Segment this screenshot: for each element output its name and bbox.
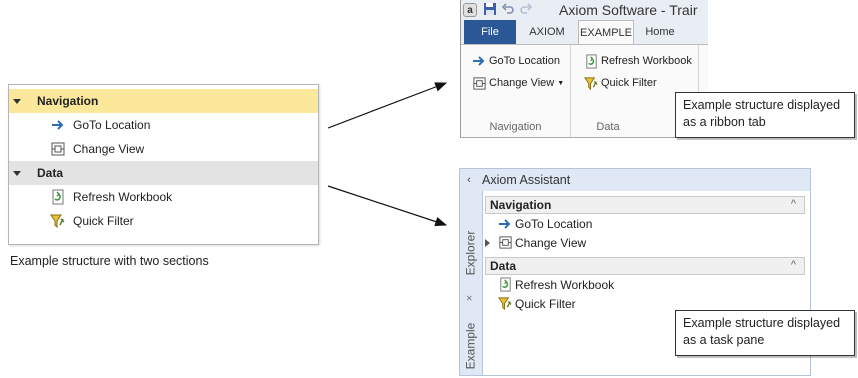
change-view-icon	[471, 75, 487, 91]
callout-ribbon: Example structure displayed as a ribbon …	[675, 92, 855, 138]
section-title: Navigation	[490, 198, 552, 212]
pane-section-data[interactable]: Data ^	[485, 257, 805, 275]
tab-label: Explorer	[463, 230, 477, 276]
arrow-right-icon	[497, 216, 513, 232]
window-title: Axiom Software - Trair	[559, 2, 698, 18]
button-label: Change View	[489, 77, 555, 89]
structure-item-quick-filter[interactable]: Quick Filter	[9, 209, 318, 233]
undo-icon[interactable]	[501, 2, 515, 19]
close-tab-icon[interactable]: ×	[460, 291, 480, 305]
item-label: Refresh Workbook	[515, 277, 615, 292]
section-title: Data	[37, 166, 64, 180]
pane-item-refresh-workbook[interactable]: Refresh Workbook	[483, 275, 810, 294]
group-label-navigation: Navigation	[489, 121, 542, 133]
redo-icon[interactable]	[519, 2, 533, 19]
refresh-workbook-icon	[583, 53, 599, 69]
refresh-workbook-button[interactable]: Refresh Workbook	[573, 51, 698, 71]
tab-axiom[interactable]: AXIOM	[516, 20, 578, 44]
section-header-navigation[interactable]: Navigation	[9, 89, 318, 113]
section-title: Data	[490, 259, 517, 273]
collapse-pane-icon[interactable]: ‹	[460, 174, 478, 186]
dropdown-arrow-icon: ▼	[557, 79, 565, 87]
structure-item-goto-location[interactable]: GoTo Location	[9, 113, 318, 137]
tab-home[interactable]: Home	[634, 20, 686, 44]
tab-label: Example	[463, 322, 477, 370]
tab-example-vertical[interactable]: Example	[460, 311, 480, 375]
task-pane-title: Axiom Assistant	[482, 173, 571, 187]
vertical-tabs: Explorer × Example	[460, 191, 480, 375]
refresh-workbook-icon	[497, 277, 513, 293]
item-label: Refresh Workbook	[73, 190, 173, 204]
expand-triangle-icon[interactable]	[485, 239, 490, 247]
structure-item-change-view[interactable]: Change View	[9, 137, 318, 161]
refresh-workbook-icon	[49, 188, 67, 206]
ribbon-group-navigation: GoTo Location Change View ▼ Navigation	[461, 45, 571, 137]
structure-item-refresh-workbook[interactable]: Refresh Workbook	[9, 185, 318, 209]
callout-task-pane: Example structure displayed as a task pa…	[675, 310, 855, 356]
group-label-data: Data	[596, 121, 620, 133]
collapse-triangle-icon[interactable]	[13, 170, 21, 176]
arrow-right-icon	[49, 116, 67, 134]
quick-filter-icon	[497, 296, 513, 312]
pane-item-goto-location[interactable]: GoTo Location	[483, 214, 810, 233]
structure-panel: Navigation GoTo Location Change View Dat…	[8, 84, 319, 245]
button-label: Quick Filter	[601, 77, 657, 89]
collapse-triangle-icon[interactable]	[13, 98, 21, 104]
quick-filter-icon	[583, 75, 599, 91]
item-label: Change View	[73, 142, 145, 156]
item-label: Quick Filter	[73, 214, 134, 228]
item-label: Quick Filter	[515, 296, 576, 311]
section-title: Navigation	[37, 94, 99, 108]
pane-section-navigation[interactable]: Navigation ^	[485, 196, 805, 214]
button-label: Refresh Workbook	[601, 55, 692, 67]
quick-filter-icon	[49, 212, 67, 230]
quick-access-toolbar	[483, 2, 533, 19]
save-icon[interactable]	[483, 2, 497, 19]
title-bar: a Axiom Software - Trair	[461, 0, 708, 20]
button-label: GoTo Location	[489, 55, 560, 67]
section-header-data[interactable]: Data	[9, 161, 318, 185]
quick-filter-button[interactable]: Quick Filter	[573, 73, 698, 93]
app-logo-icon[interactable]: a	[463, 3, 477, 17]
tab-example[interactable]: EXAMPLE	[578, 20, 634, 44]
arrow-right-icon	[471, 53, 487, 69]
tab-file[interactable]: File	[464, 20, 516, 44]
change-view-icon	[497, 235, 513, 251]
item-label: Change View	[515, 235, 587, 250]
ribbon-body: GoTo Location Change View ▼ Navigation R…	[461, 44, 708, 137]
tab-explorer[interactable]: Explorer	[460, 221, 480, 285]
item-label: GoTo Location	[73, 118, 151, 132]
change-view-button[interactable]: Change View ▼	[461, 73, 570, 93]
collapse-chevron-icon[interactable]: ^	[791, 198, 796, 210]
collapse-chevron-icon[interactable]: ^	[791, 259, 796, 271]
ribbon-window: a Axiom Software - Trair File AXIOM EXAM…	[460, 0, 708, 138]
pane-item-change-view[interactable]: Change View	[483, 233, 810, 252]
structure-caption: Example structure with two sections	[10, 254, 209, 268]
goto-location-button[interactable]: GoTo Location	[461, 51, 570, 71]
item-label: GoTo Location	[515, 216, 593, 231]
change-view-icon	[49, 140, 67, 158]
task-pane-header: ‹ Axiom Assistant	[460, 169, 810, 191]
arrow-to-task-pane	[327, 185, 448, 227]
ribbon-tabs: File AXIOM EXAMPLE Home	[461, 20, 708, 44]
arrow-to-ribbon	[327, 82, 448, 129]
